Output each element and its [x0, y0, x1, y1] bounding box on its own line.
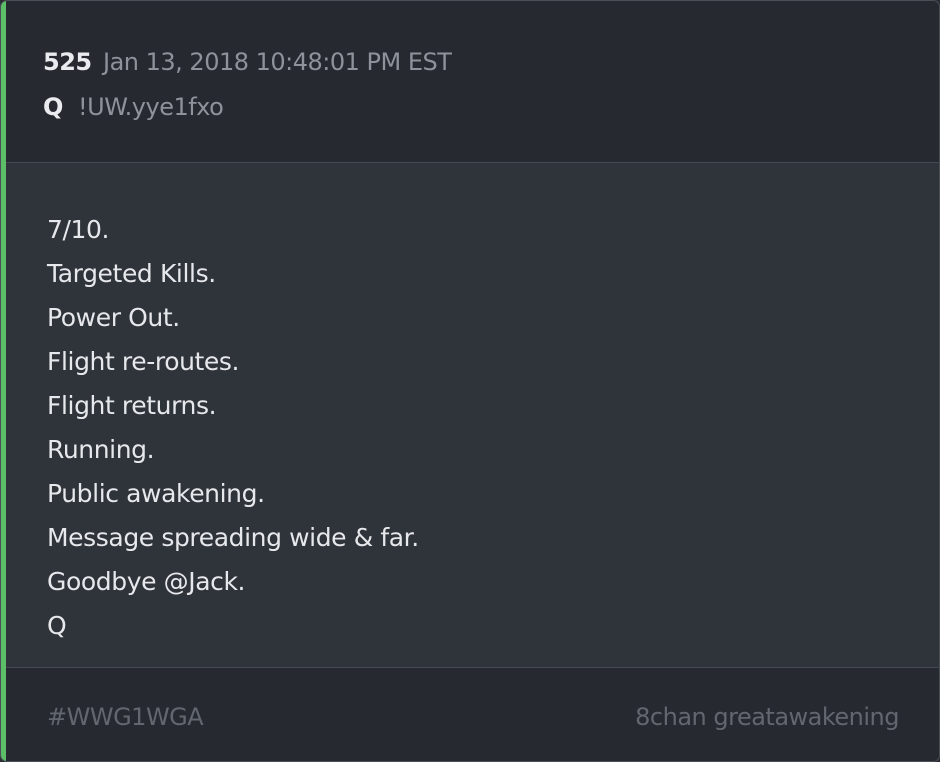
post-line: 7/10.: [47, 215, 110, 244]
post-line: Goodbye @Jack.: [47, 567, 246, 596]
hashtag-link[interactable]: #WWG1WGA: [47, 703, 204, 731]
post-line: Running.: [47, 435, 155, 464]
post-text: 7/10. Targeted Kills. Power Out. Flight …: [47, 208, 419, 648]
post-card: 525 Jan 13, 2018 10:48:01 PM EST Q !UW.y…: [0, 0, 940, 762]
source-link[interactable]: 8chan greatawakening: [635, 703, 899, 731]
post-date: Jan 13, 2018 10:48:01 PM EST: [103, 48, 452, 76]
post-line: Flight re-routes.: [47, 347, 240, 376]
post-body: 7/10. Targeted Kills. Power Out. Flight …: [6, 163, 939, 666]
post-footer: #WWG1WGA 8chan greatawakening: [6, 667, 939, 761]
post-line: Message spreading wide & far.: [47, 523, 419, 552]
post-line: Public awakening.: [47, 479, 265, 508]
author-name: Q: [43, 93, 64, 121]
post-line: Flight returns.: [47, 391, 217, 420]
post-header: 525 Jan 13, 2018 10:48:01 PM EST Q !UW.y…: [6, 1, 939, 163]
post-number[interactable]: 525: [43, 48, 92, 76]
tripcode: !UW.yye1fxo: [78, 93, 224, 121]
post-line: Targeted Kills.: [47, 259, 216, 288]
post-line: Q: [47, 611, 67, 640]
post-line: Power Out.: [47, 303, 180, 332]
